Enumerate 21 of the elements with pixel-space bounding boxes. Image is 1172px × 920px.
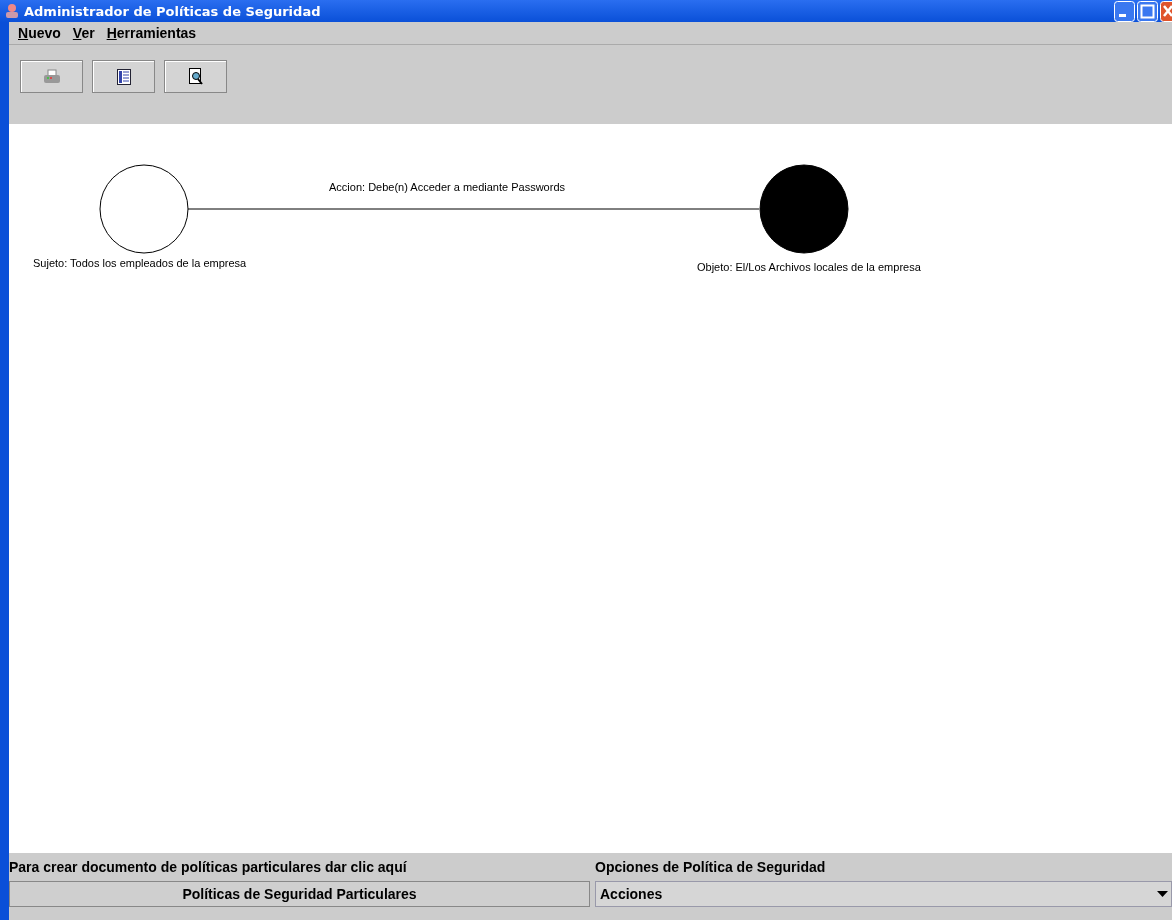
node-label: Sujeto: Todos los empleados de la empresa [33, 257, 247, 269]
minimize-icon[interactable] [1114, 0, 1135, 22]
maximize-icon[interactable] [1137, 0, 1158, 22]
options-label: Opciones de Política de Seguridad [595, 858, 827, 877]
list-icon [116, 68, 131, 85]
document-search-icon [188, 68, 203, 85]
toolbar-button[interactable] [92, 60, 155, 93]
menu-item[interactable]: Ver [72, 25, 95, 41]
action-label: Accion: Debe(n) Acceder a mediante Passwords [329, 181, 565, 193]
close-icon[interactable] [1160, 0, 1172, 22]
actions-dropdown[interactable]: Acciones [595, 881, 1172, 907]
caret-icon [1157, 891, 1168, 897]
printer-icon [42, 68, 61, 85]
window-title: Administrador de Políticas de Seguridad [24, 3, 321, 19]
particular-policies-button[interactable]: Políticas de Seguridad Particulares [9, 881, 590, 907]
node-label: Objeto: El/Los Archivos locales de la empresa [697, 261, 921, 273]
menu-item[interactable]: Nuevo [18, 25, 61, 41]
menu-item[interactable]: Herramientas [106, 25, 197, 41]
app-icon [4, 3, 20, 19]
toolbar-button[interactable] [164, 60, 227, 93]
instruction-label: Para crear documento de políticas particulares dar clic aquí [9, 858, 408, 877]
